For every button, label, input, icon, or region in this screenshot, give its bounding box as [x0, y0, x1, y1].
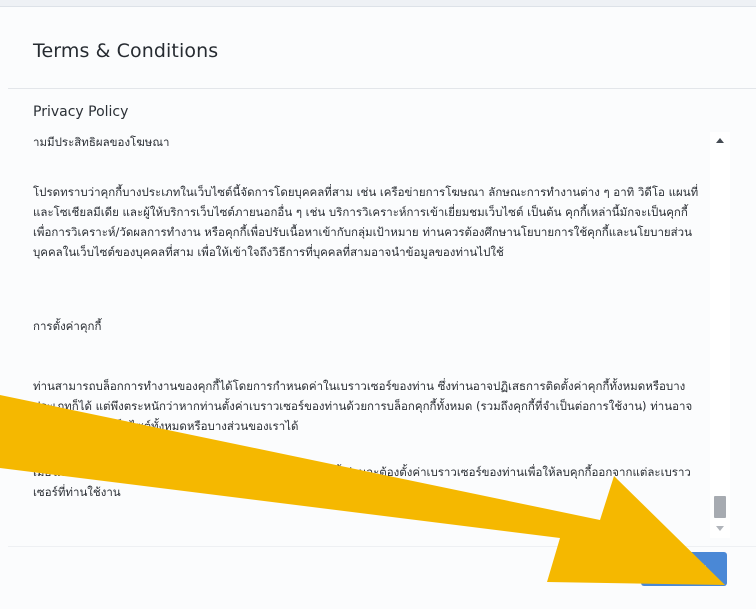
- section-label: Privacy Policy: [33, 104, 129, 120]
- policy-paragraph: ามมีประสิทธิผลของโฆษณา: [33, 135, 170, 149]
- policy-paragraph: โปรดทราบว่าคุกกี้บางประเภทในเว็บไซต์นี้จ…: [33, 185, 699, 259]
- dialog-top-edge: [0, 0, 756, 7]
- policy-paragraph: ท่านสามารถบล็อกการทำงานของคุกกี้ได้โดยกา…: [33, 379, 693, 433]
- scroll-up-arrow-icon[interactable]: [716, 138, 724, 143]
- scrollbar-thumb[interactable]: [714, 496, 726, 518]
- policy-heading: การตั้งค่าคุกกี้: [33, 319, 102, 333]
- header-divider: [8, 88, 756, 89]
- decline-button[interactable]: Decline: [568, 552, 640, 586]
- scroll-down-arrow-icon[interactable]: [716, 526, 724, 531]
- vertical-scrollbar[interactable]: [710, 132, 730, 538]
- footer-divider: [8, 546, 756, 547]
- accept-button[interactable]: Accept: [641, 552, 727, 586]
- policy-paragraph: เมื่อใดก็ตามที่ท่านต้องการเพิกถอนความยิน…: [33, 465, 691, 499]
- terms-dialog: Terms & Conditions Privacy Policy ามมีปร…: [0, 0, 756, 609]
- dialog-title: Terms & Conditions: [33, 40, 219, 62]
- policy-scroll-area[interactable]: ามมีประสิทธิผลของโฆษณา โปรดทราบว่าคุกกี้…: [26, 126, 738, 540]
